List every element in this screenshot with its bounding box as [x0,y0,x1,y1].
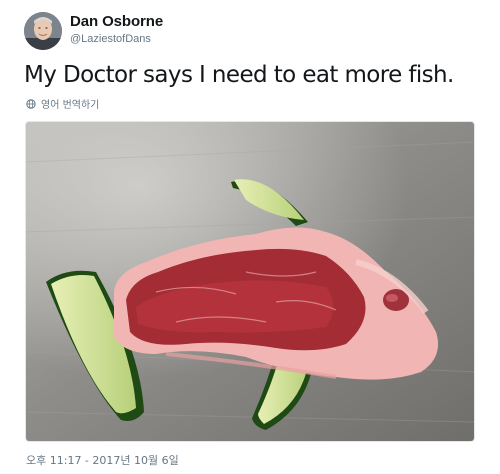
tweet-header: Dan Osborne @LaziestofDans [24,10,484,54]
tweet-photo[interactable] [25,121,475,442]
tweet-text: My Doctor says I need to eat more fish. [24,62,454,88]
globe-icon [26,98,36,109]
author-handle[interactable]: @LaziestofDans [70,33,151,45]
translate-label[interactable]: 영어 번역하기 [41,96,99,111]
avatar-photo [24,12,62,50]
translate-link[interactable]: 영어 번역하기 [26,96,99,111]
steak-fish-image [26,122,474,441]
avatar[interactable] [24,12,62,50]
tweet-timestamp[interactable]: 오후 11:17 - 2017년 10월 6일 [26,452,179,468]
tweet-card: Dan Osborne @LaziestofDans My Doctor say… [0,0,500,474]
author-name[interactable]: Dan Osborne [70,13,163,30]
